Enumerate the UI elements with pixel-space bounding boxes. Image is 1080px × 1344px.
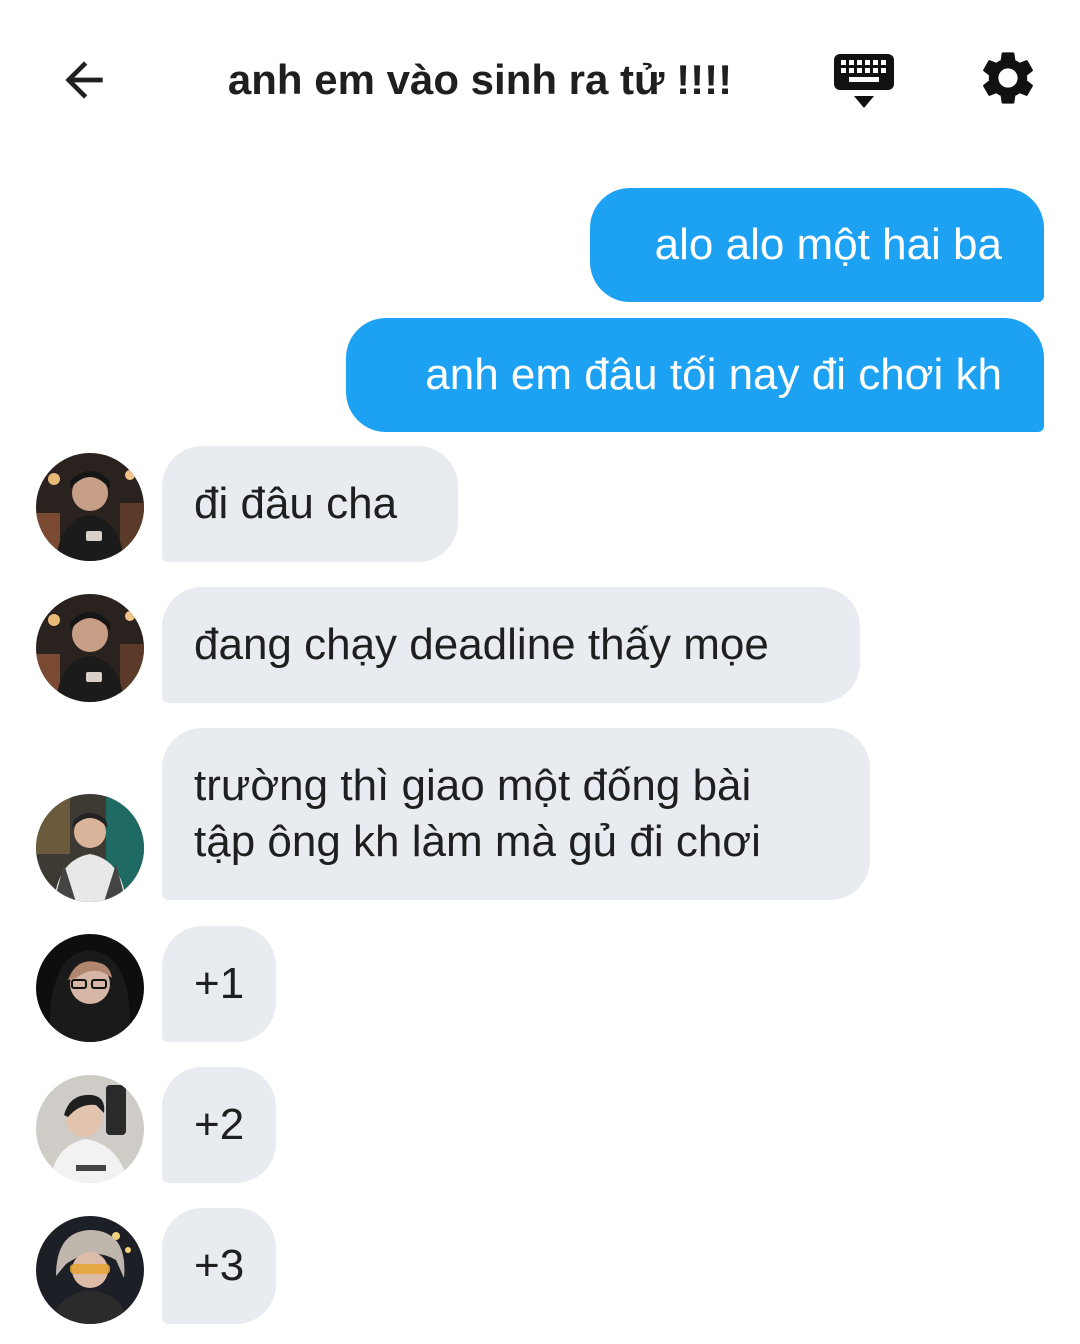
message-text-line: tập ông kh làm mà gủ đi chơi bbox=[194, 817, 761, 866]
message-text-block: trường thì giao một đống bài tập ông kh … bbox=[194, 758, 761, 870]
avatar[interactable] bbox=[36, 1216, 144, 1324]
avatar[interactable] bbox=[36, 794, 144, 902]
chat-header: anh em vào sinh ra tử !!!! bbox=[0, 0, 1080, 160]
message-text: +3 bbox=[194, 1241, 245, 1290]
avatar-user-4-photo bbox=[36, 1075, 144, 1183]
message-bubble-outgoing[interactable]: alo alo một hai ba bbox=[590, 188, 1044, 302]
gear-icon bbox=[983, 52, 1033, 104]
message-bubble-incoming[interactable]: +1 bbox=[162, 926, 276, 1042]
keyboard-toggle-button[interactable] bbox=[832, 50, 896, 114]
message-bubble-incoming[interactable]: đang chạy deadline thấy mọe bbox=[162, 587, 860, 703]
message-bubble-incoming[interactable]: +3 bbox=[162, 1208, 276, 1324]
avatar-user-5-photo bbox=[36, 1216, 144, 1324]
settings-button[interactable] bbox=[976, 46, 1040, 110]
avatar[interactable] bbox=[36, 453, 144, 561]
message-text-line: trường thì giao một đống bài bbox=[194, 761, 752, 810]
message-text: đang chạy deadline thấy mọe bbox=[194, 620, 769, 669]
message-bubble-incoming[interactable]: trường thì giao một đống bài tập ông kh … bbox=[162, 728, 870, 900]
message-text: đi đâu cha bbox=[194, 479, 398, 528]
message-text: anh em đâu tối nay đi chơi kh bbox=[425, 350, 1002, 399]
message-text: alo alo một hai ba bbox=[654, 220, 1002, 269]
arrow-left-icon bbox=[65, 61, 103, 99]
avatar-user-1-photo bbox=[36, 453, 144, 561]
avatar[interactable] bbox=[36, 934, 144, 1042]
message-bubble-incoming[interactable]: +2 bbox=[162, 1067, 276, 1183]
message-text: +1 bbox=[194, 959, 245, 1008]
back-button[interactable] bbox=[52, 48, 116, 112]
avatar-user-1-photo bbox=[36, 594, 144, 702]
avatar[interactable] bbox=[36, 1075, 144, 1183]
keyboard-hide-icon bbox=[834, 54, 894, 108]
avatar[interactable] bbox=[36, 594, 144, 702]
message-text: +2 bbox=[194, 1100, 245, 1149]
avatar-user-3-photo bbox=[36, 934, 144, 1042]
message-bubble-incoming[interactable]: đi đâu cha bbox=[162, 446, 458, 562]
message-bubble-outgoing[interactable]: anh em đâu tối nay đi chơi kh bbox=[346, 318, 1044, 432]
avatar-user-2-photo bbox=[36, 794, 144, 902]
chat-title: anh em vào sinh ra tử !!!! bbox=[227, 56, 733, 103]
